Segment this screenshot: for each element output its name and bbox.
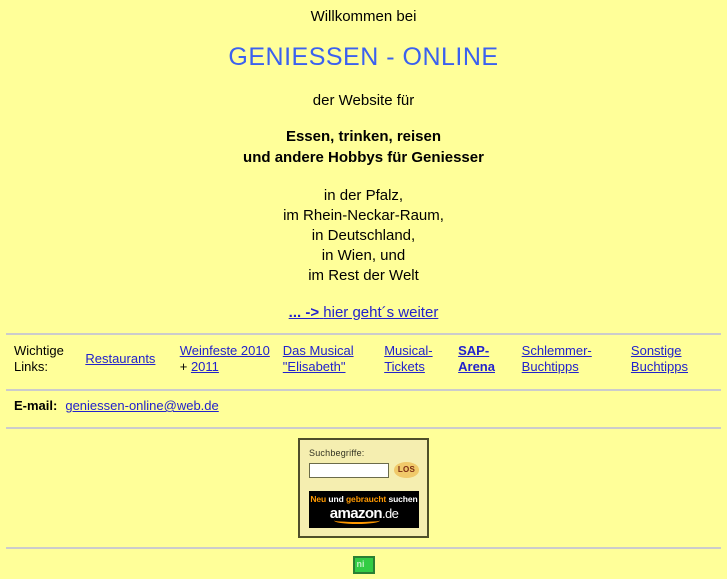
amazon-logo: amazon.de xyxy=(330,506,399,524)
link-sap-arena-line-1: SAP- xyxy=(458,343,490,358)
place-line-1: in der Pfalz, xyxy=(323,187,404,204)
page-title: GENIESSEN - ONLINE xyxy=(228,43,499,71)
link-sonstige-buchtipps[interactable]: Sonstige Buchtipps xyxy=(631,343,688,374)
link-schlemmer-line-2: Buchtipps xyxy=(521,359,579,374)
link-musical-tickets-line-2: Tickets xyxy=(384,359,425,374)
links-label-line-1: Wichtige xyxy=(14,343,64,358)
link-cell-sap-arena: SAP- Arena xyxy=(454,335,518,383)
link-cell-restaurants: Restaurants xyxy=(81,335,175,383)
site-subtitle: der Website für xyxy=(312,92,415,109)
continue-link[interactable]: ... -> hier geht´s weiter xyxy=(289,304,439,321)
link-musical-elisabeth-line-2: "Elisabeth" xyxy=(282,359,346,374)
amazon-tagline-word-2: und xyxy=(328,494,344,504)
link-schlemmer-line-1: Schlemmer- xyxy=(521,343,592,358)
counter-badge-icon[interactable]: ni xyxy=(352,556,375,574)
intro-section: Willkommen bei GENIESSEN - ONLINE der We… xyxy=(0,0,727,327)
amazon-search-label: Suchbegriffe: xyxy=(309,448,365,458)
link-cell-schlemmer-buchtipps: Schlemmer- Buchtipps xyxy=(518,335,627,383)
tagline-line-2: und andere Hobbys für Geniesser xyxy=(243,149,484,166)
further-link-container: ... -> hier geht´s weiter xyxy=(0,286,727,327)
important-links-table: Wichtige Links: Restaurants Weinfeste 20… xyxy=(6,335,721,383)
welcome-text: Willkommen bei xyxy=(310,8,417,25)
table-row: Wichtige Links: Restaurants Weinfeste 20… xyxy=(6,335,721,383)
link-cell-musical-elisabeth: Das Musical "Elisabeth" xyxy=(279,335,380,383)
link-sonstige-line-2: Buchtipps xyxy=(630,359,689,374)
link-sap-arena[interactable]: SAP- Arena xyxy=(458,343,495,374)
amazon-banner-tagline: Neu und gebraucht suchen xyxy=(309,494,419,505)
link-musical-tickets-line-1: Musical- xyxy=(384,343,433,358)
amazon-smile-icon xyxy=(333,517,380,524)
links-label-line-2: Links: xyxy=(14,359,48,374)
email-label: E-mail: xyxy=(14,398,58,413)
tagline-line-1: Essen, trinken, reisen xyxy=(285,128,442,145)
place-line-3: in Deutschland, xyxy=(311,227,416,244)
link-weinfeste-2010[interactable]: Weinfeste 2010 xyxy=(180,343,270,358)
email-link[interactable]: geniessen-online@web.de xyxy=(65,398,218,413)
place-line-4: in Wien, und xyxy=(321,247,406,264)
counter-badge-glyph: ni xyxy=(356,559,365,569)
link-restaurants[interactable]: Restaurants xyxy=(85,351,155,366)
amazon-tagline-word-4: suchen xyxy=(388,494,418,504)
links-label-cell: Wichtige Links: xyxy=(6,335,81,383)
tagline: Essen, trinken, reisen und andere Hobbys… xyxy=(0,110,727,168)
page-root: Willkommen bei GENIESSEN - ONLINE der We… xyxy=(0,0,727,579)
amazon-banner[interactable]: Neu und gebraucht suchen amazon.de xyxy=(309,491,419,528)
amazon-search-submit-button[interactable]: LOS xyxy=(394,462,419,478)
places-list: in der Pfalz, im Rhein-Neckar-Raum, in D… xyxy=(0,168,727,286)
amazon-search-row: LOS xyxy=(309,462,419,478)
link-cell-sonstige-buchtipps: Sonstige Buchtipps xyxy=(627,335,721,383)
continue-link-label: hier geht´s weiter xyxy=(323,304,439,321)
link-musical-tickets[interactable]: Musical- Tickets xyxy=(384,343,432,374)
link-schlemmer-buchtipps[interactable]: Schlemmer- Buchtipps xyxy=(522,343,592,374)
link-musical-elisabeth[interactable]: Das Musical "Elisabeth" xyxy=(283,343,354,374)
email-row: E-mail: geniessen-online@web.de xyxy=(6,391,721,421)
link-sonstige-line-1: Sonstige xyxy=(630,343,682,358)
link-cell-weinfeste: Weinfeste 2010 + 2011 xyxy=(176,335,279,383)
link-weinfeste-2011[interactable]: 2011 xyxy=(191,359,219,374)
link-cell-musical-tickets: Musical- Tickets xyxy=(380,335,454,383)
amazon-search-widget: Suchbegriffe: LOS Neu und gebraucht such… xyxy=(298,438,429,538)
continue-link-arrow: ... -> xyxy=(288,304,320,321)
amazon-widget-area: Suchbegriffe: LOS Neu und gebraucht such… xyxy=(0,429,727,538)
link-musical-elisabeth-line-1: Das Musical xyxy=(282,343,354,358)
amazon-search-input[interactable] xyxy=(309,462,389,478)
amazon-tagline-word-3: gebraucht xyxy=(345,494,387,504)
amazon-tagline-word-1: Neu xyxy=(310,494,327,504)
amazon-logo-suffix: .de xyxy=(381,506,399,521)
place-line-5: im Rest der Welt xyxy=(308,267,419,284)
link-sap-arena-line-2: Arena xyxy=(458,359,495,374)
weinfeste-plus: + xyxy=(179,359,191,374)
footer-area: ni xyxy=(0,549,727,579)
place-line-2: im Rhein-Neckar-Raum, xyxy=(283,207,444,224)
